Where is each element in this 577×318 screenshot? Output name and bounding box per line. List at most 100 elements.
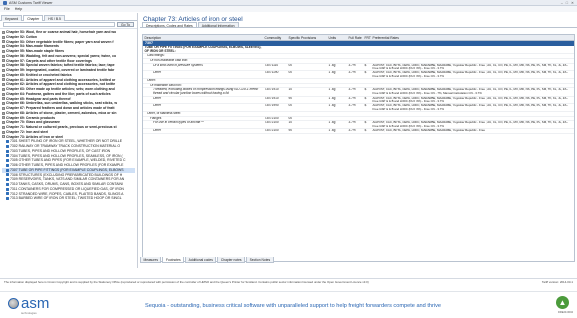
expand-icon[interactable]: + [2,83,5,87]
table-row[interactable]: TUBE OR PIPE FITTINGS (FOR EXAMPLE COUPL… [143,46,574,55]
tab-additional-information[interactable]: Additional Information [197,22,239,28]
right-panel: Chapter 73: Articles of iron or steel De… [140,13,577,268]
expand-icon[interactable]: + [2,97,5,101]
heading-book-icon[interactable] [6,197,9,201]
heading-book-icon[interactable] [6,144,9,148]
expand-icon[interactable]: + [2,40,5,44]
cell-preferential-rates: AGPOST, CAC, BFTA, CEPA, LDDC, MARARBE, … [372,88,569,95]
heading-book-icon[interactable] [6,149,9,153]
go-to-input[interactable] [3,22,116,27]
expand-icon[interactable]: + [2,102,5,106]
expand-icon[interactable]: + [2,106,5,110]
cell-commodity: 73072100 [264,121,279,125]
copyright-text: The information displayed here is Crown … [4,280,369,284]
tab-measures[interactable]: Measures [140,257,162,263]
table-row[interactable]: Other 73071910 90 1 .kg 3.7% $ AGPOST, CAC, BF… [143,97,574,105]
cell-commodity: 73072100 [264,116,279,120]
table-row[interactable]: Of a kind used in pressure systems 730711… [143,64,574,72]
detail-tabs: Descriptions, Codes and Rates Additional… [140,22,577,28]
cell-commodity: 73071910 [264,88,279,92]
cell-description: Cast fittings: [147,54,165,58]
cell-description: For use in certain types of aircraft ** [153,121,204,125]
col-description[interactable]: Description [143,36,263,40]
expand-icon[interactable]: + [2,130,5,134]
menu-bar: File Help [0,6,577,12]
go-to-button[interactable]: Go To [117,22,134,27]
cell-frt: $ [364,129,367,132]
table-row[interactable]: Other 73072100 90 1 .kg 3.7% $ AGPOST, CAC, BF… [143,129,574,134]
expand-icon[interactable]: + [2,121,5,125]
tab-section-notes[interactable]: Section Notes [246,257,274,263]
table-row[interactable]: Threaded, excluding bodies of compressio… [143,88,574,97]
table-row[interactable]: Other 73071990 00 1 .kg 3.7% $ AGPOST, CAC, BF… [143,104,574,112]
cell-preferential-rates: AGPOST, CAC, BFTA, CEPA, LDDC, MARARBE, … [372,104,569,111]
expand-icon[interactable]: + [2,111,5,115]
table-row[interactable]: Other 73071190 00 1 .kg 3.7% $ AGPOST, CAC, BF… [143,71,574,79]
cell-description: Of non-malleable cast iron: [150,59,189,63]
heading-book-icon[interactable] [6,168,9,172]
tab-chapter-notes[interactable]: Chapter notes [217,257,246,263]
expand-icon[interactable]: + [2,64,5,68]
cell-description: Of malleable cast iron: [150,83,182,87]
tariff-grid: Description Commodity Specific Provision… [142,34,575,262]
heading-book-icon[interactable] [6,192,9,196]
col-units[interactable]: Units [327,36,347,40]
table-row[interactable]: For use in certain types of aircraft ** 7… [143,121,574,129]
minimize-icon[interactable]: – [561,1,563,5]
col-full-rate[interactable]: Full Rate [347,36,363,40]
tab-hs[interactable]: HS / B.5 [44,15,65,21]
col-frt[interactable]: FRT [363,36,371,40]
expand-icon[interactable]: + [2,35,5,39]
tab-footnotes[interactable]: Footnotes [162,257,185,263]
heading-book-icon[interactable] [6,140,9,144]
cell-full-rate: 3.7% [348,88,356,92]
collapse-icon[interactable]: − [2,135,5,139]
heading-book-icon[interactable] [6,182,9,186]
tab-keyword[interactable]: Keyword [1,15,23,21]
expand-icon[interactable]: + [2,92,5,96]
expand-icon[interactable]: + [2,30,5,34]
cell-specific-provisions: 00 [288,104,293,108]
slogan: Sequoia - outstanding, business critical… [145,303,442,309]
chapter-tree: + Chapter 53: Wool, fine or coarse animal… [0,29,137,202]
expand-icon[interactable]: + [2,45,5,49]
heading-book-icon[interactable] [6,178,9,182]
expand-icon[interactable]: + [2,125,5,129]
cell-commodity: 73071190 [264,71,279,75]
expand-icon[interactable]: + [2,49,5,53]
expand-icon[interactable]: + [2,59,5,63]
expand-icon[interactable]: + [2,87,5,91]
heading-book-icon[interactable] [6,159,9,163]
footer-banner: asm technologies Sequoia - outstanding, … [0,291,577,318]
tree-heading-item[interactable]: 7313 BARBED WIRE OF IRON OR STEEL; TWIST… [2,196,135,201]
maximize-icon[interactable]: □ [566,1,568,5]
expand-icon[interactable]: + [2,116,5,120]
heading-book-icon[interactable] [6,154,9,158]
cell-description: Other [153,104,161,108]
col-commodity[interactable]: Commodity [263,36,287,40]
cell-description: Other [153,71,161,75]
expand-icon[interactable]: + [2,73,5,77]
cell-full-rate: 3.7% [348,63,356,67]
expand-icon[interactable]: + [2,68,5,72]
tab-additional-codes[interactable]: Additional codes [185,257,217,263]
cell-units: 1 .kg [328,104,336,108]
close-icon[interactable]: ✕ [571,1,574,5]
cell-description: TUBE OR PIPE FITTINGS (FOR EXAMPLE COUPL… [144,46,262,53]
menu-file[interactable]: File [4,7,10,11]
cell-units: 1 .kg [328,88,336,92]
heading-book-icon[interactable] [6,173,9,177]
heading-book-icon[interactable] [6,163,9,167]
tab-chapter[interactable]: Chapter [23,15,44,21]
expand-icon[interactable]: + [2,78,5,82]
window-controls: – □ ✕ [561,1,574,5]
menu-help[interactable]: Help [15,7,22,11]
sequoia-badge-icon: ▲ [556,296,569,309]
heading-book-icon[interactable] [6,187,9,191]
col-preferential-rates[interactable]: Preferential Rates [371,36,571,40]
col-specific-provisions[interactable]: Specific Provisions [287,36,327,40]
status-bar: The information displayed here is Crown … [0,278,577,285]
expand-icon[interactable]: + [2,54,5,58]
tab-descriptions[interactable]: Descriptions, Codes and Rates [142,22,197,28]
cell-frt: $ [364,63,367,67]
